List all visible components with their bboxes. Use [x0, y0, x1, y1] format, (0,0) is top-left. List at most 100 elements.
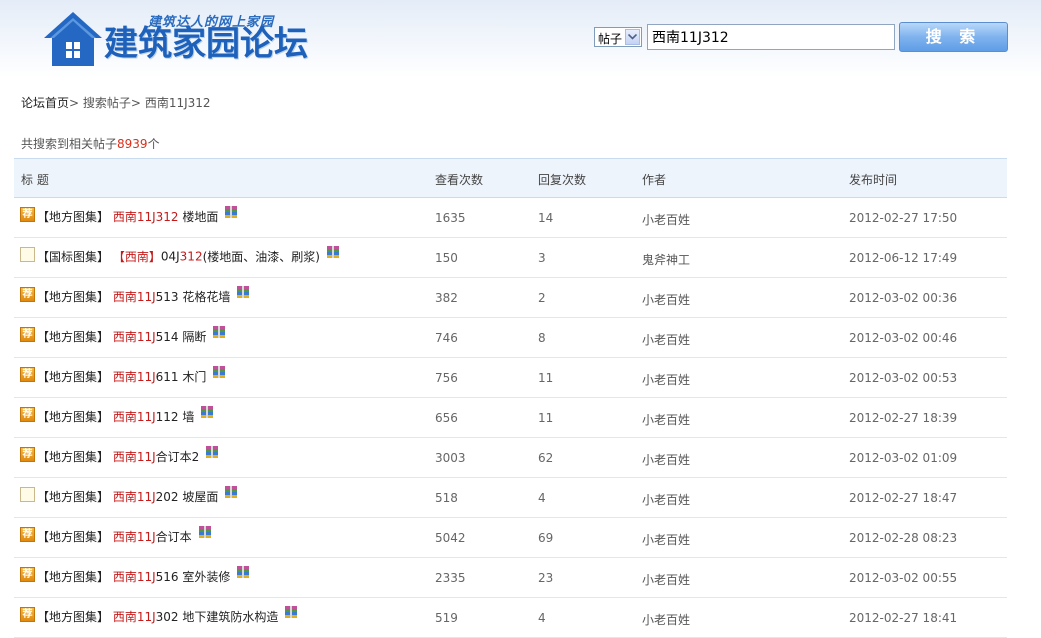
table-row[interactable]: 荐【地方图集】 西南11J516 室外装修 2335 23 小老百姓 2012-03-0… [14, 558, 1007, 598]
results-table: 标 题 查看次数 回复次数 作者 发布时间 荐【地方图集】 西南11J312 楼… [14, 158, 1007, 638]
row-title-rest: 302 地下建筑防水构造 [155, 610, 279, 624]
row-title-link[interactable]: 【地方图集】 西南11J202 坡屋面 [20, 485, 238, 508]
row-time: 2012-02-27 18:47 [849, 491, 958, 505]
header-author: 作者 [642, 173, 667, 187]
table-row[interactable]: 荐【地方图集】 西南11J514 隔断 746 8 小老百姓 2012-03-02 00… [14, 318, 1007, 358]
row-title-link[interactable]: 荐【地方图集】 西南11J合订本 [20, 525, 212, 548]
row-title-link[interactable]: 荐【地方图集】 西南11J514 隔断 [20, 325, 226, 348]
row-title-link[interactable]: 荐【地方图集】 西南11J611 木门 [20, 365, 226, 388]
search-input[interactable] [647, 24, 895, 50]
house-icon [44, 12, 102, 66]
table-row[interactable]: 荐【地方图集】 西南11J302 地下建筑防水构造 519 4 小老百姓 2012-02… [14, 598, 1007, 638]
archive-icon [212, 365, 226, 382]
row-time: 2012-06-12 17:49 [849, 251, 958, 265]
header-views: 查看次数 [435, 173, 484, 187]
row-author[interactable]: 小老百姓 [642, 571, 690, 588]
document-icon [20, 487, 35, 502]
row-replies: 11 [538, 371, 554, 385]
row-keyword: 西南11J [112, 370, 156, 384]
row-title-link[interactable]: 荐【地方图集】 西南11J合订本2 [20, 446, 219, 468]
row-time: 2012-03-02 00:55 [849, 571, 958, 585]
row-category: 【地方图集】 [37, 530, 110, 544]
row-views: 746 [435, 331, 458, 345]
table-row[interactable]: 荐【地方图集】 西南11J312 楼地面 1635 14 小老百姓 2012-02-27… [14, 198, 1007, 238]
row-views: 150 [435, 251, 458, 265]
table-row[interactable]: 荐【地方图集】 西南11J112 墙 656 11 小老百姓 2012-02-27 18… [14, 398, 1007, 438]
row-title-link[interactable]: 【国标图集】 【西南】04J312(楼地面、油漆、刷浆) [20, 246, 340, 268]
row-author[interactable]: 小老百姓 [642, 211, 690, 228]
row-replies: 11 [538, 411, 554, 425]
site-title: 建筑家园论坛 [104, 24, 308, 64]
row-keyword: 西南11J312 [112, 210, 179, 224]
row-author[interactable]: 小老百姓 [642, 451, 690, 468]
row-category: 【国标图集】 [37, 250, 110, 264]
archive-icon [198, 525, 212, 542]
breadcrumb-search[interactable]: 搜索帖子 [83, 96, 131, 110]
row-replies: 8 [538, 331, 546, 345]
result-count-number: 8939 [117, 137, 148, 151]
header-time: 发布时间 [849, 173, 898, 187]
table-row[interactable]: 【地方图集】 西南11J202 坡屋面 518 4 小老百姓 2012-02-27 18… [14, 478, 1007, 518]
row-author[interactable]: 小老百姓 [642, 331, 690, 348]
table-body: 荐【地方图集】 西南11J312 楼地面 1635 14 小老百姓 2012-02-27… [14, 198, 1007, 638]
row-views: 382 [435, 291, 458, 305]
recommended-badge: 荐 [20, 287, 35, 302]
table-row[interactable]: 荐【地方图集】 西南11J513 花格花墙 382 2 小老百姓 2012-03-02 … [14, 278, 1007, 318]
row-category: 【地方图集】 [37, 370, 110, 384]
row-replies: 3 [538, 251, 546, 265]
row-views: 519 [435, 611, 458, 625]
row-title-link[interactable]: 荐【地方图集】 西南11J302 地下建筑防水构造 [20, 605, 298, 628]
breadcrumb: 论坛首页> 搜索帖子> 西南11J312 [21, 94, 211, 111]
table-row[interactable]: 荐【地方图集】 西南11J合订本2 3003 62 小老百姓 2012-03-02 01… [14, 438, 1007, 478]
row-author[interactable]: 小老百姓 [642, 491, 690, 508]
table-row[interactable]: 荐【地方图集】 西南11J611 木门 756 11 小老百姓 2012-03-02 0… [14, 358, 1007, 398]
row-title-link[interactable]: 荐【地方图集】 西南11J516 室外装修 [20, 565, 250, 588]
row-keyword: 312 [179, 249, 203, 264]
result-count-suffix: 个 [147, 137, 160, 151]
archive-icon [200, 405, 214, 422]
row-title-link[interactable]: 荐【地方图集】 西南11J513 花格花墙 [20, 286, 250, 308]
row-views: 518 [435, 491, 458, 505]
archive-icon [236, 565, 250, 582]
row-keyword: 【西南】 [112, 250, 161, 264]
breadcrumb-home[interactable]: 论坛首页 [21, 96, 69, 110]
table-header: 标 题 查看次数 回复次数 作者 发布时间 [14, 158, 1007, 198]
row-title-link[interactable]: 荐【地方图集】 西南11J312 楼地面 [20, 206, 238, 228]
header-replies: 回复次数 [538, 173, 587, 187]
site-logo[interactable]: 建筑达人的网上家园 建筑家园论坛 [42, 8, 308, 70]
row-time: 2012-03-02 00:53 [849, 371, 958, 385]
header-title: 标 题 [21, 173, 49, 187]
archive-icon [212, 325, 226, 342]
recommended-badge: 荐 [20, 447, 35, 462]
row-author[interactable]: 小老百姓 [642, 411, 690, 428]
search-button[interactable]: 搜 索 [899, 22, 1008, 52]
table-row[interactable]: 荐【地方图集】 西南11J合订本 5042 69 小老百姓 2012-02-28 08:… [14, 518, 1007, 558]
row-author[interactable]: 小老百姓 [642, 371, 690, 388]
row-category: 【地方图集】 [37, 410, 110, 424]
row-keyword: 西南11J [112, 330, 156, 344]
row-author[interactable]: 小老百姓 [642, 611, 690, 628]
row-title-link[interactable]: 荐【地方图集】 西南11J112 墙 [20, 405, 214, 428]
row-author[interactable]: 小老百姓 [642, 531, 690, 548]
archive-icon [224, 485, 238, 502]
row-title-rest: 611 木门 [155, 370, 207, 384]
row-author[interactable]: 小老百姓 [642, 291, 690, 308]
archive-icon [284, 605, 298, 622]
table-row[interactable]: 【国标图集】 【西南】04J312(楼地面、油漆、刷浆) 150 3 鬼斧神工 2012… [14, 238, 1007, 278]
row-time: 2012-02-28 08:23 [849, 531, 958, 545]
dropdown-arrow[interactable] [625, 29, 640, 45]
result-count: 共搜索到相关帖子8939个 [21, 135, 160, 152]
search-type-select[interactable]: 帖子 [594, 27, 642, 47]
recommended-badge: 荐 [20, 367, 35, 382]
row-replies: 2 [538, 291, 546, 305]
row-category: 【地方图集】 [37, 330, 110, 344]
row-time: 2012-03-02 00:46 [849, 331, 958, 345]
row-title-rest: 514 隔断 [155, 330, 207, 344]
row-replies: 4 [538, 491, 546, 505]
row-keyword: 西南11J [112, 490, 156, 504]
row-replies: 69 [538, 531, 554, 545]
row-views: 5042 [435, 531, 466, 545]
row-keyword: 西南11J [112, 610, 156, 624]
row-author[interactable]: 鬼斧神工 [642, 251, 690, 268]
row-time: 2012-02-27 18:39 [849, 411, 958, 425]
